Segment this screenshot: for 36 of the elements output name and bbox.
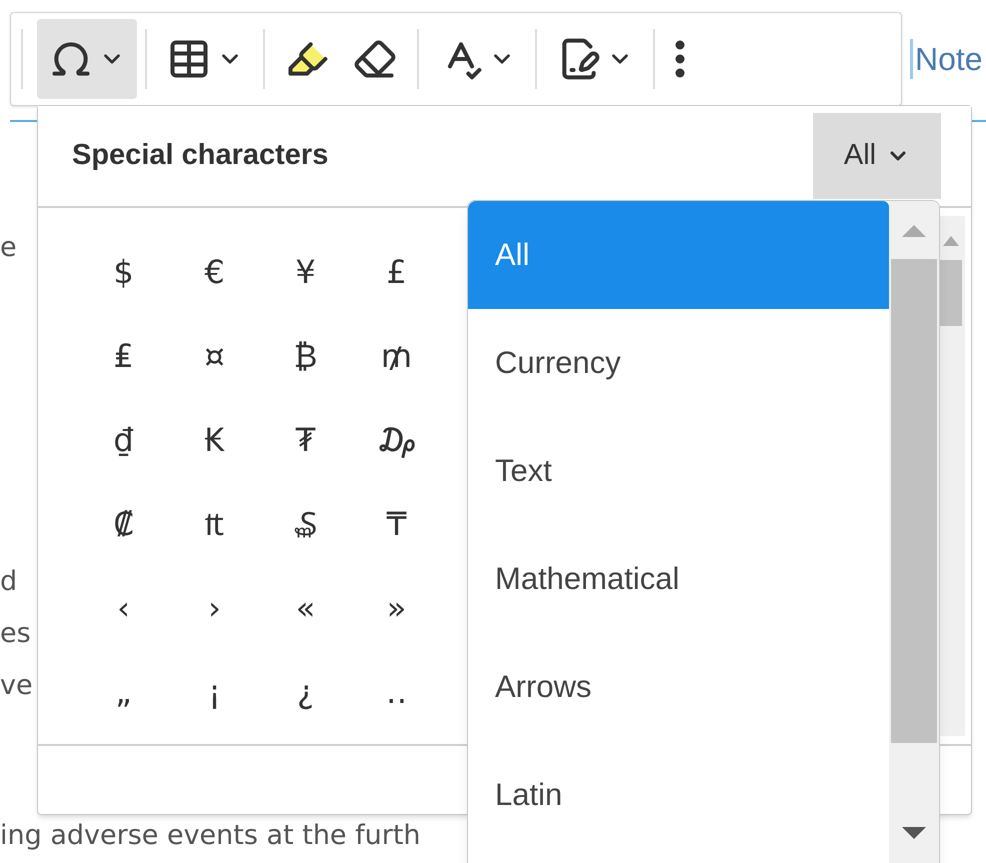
- category-dropdown[interactable]: All: [813, 113, 941, 199]
- character-button[interactable]: €: [169, 242, 260, 302]
- character-button[interactable]: ₿: [260, 326, 351, 386]
- more-icon: [675, 40, 685, 78]
- category-option[interactable]: All: [468, 201, 889, 309]
- character-button[interactable]: ₷: [260, 494, 351, 554]
- character-button[interactable]: ₡: [78, 494, 169, 554]
- character-button[interactable]: ¡: [169, 662, 260, 722]
- character-button[interactable]: „: [78, 662, 169, 722]
- character-button[interactable]: ₫: [78, 410, 169, 470]
- character-button[interactable]: ‹: [78, 578, 169, 638]
- character-button[interactable]: ₤: [78, 326, 169, 386]
- character-button[interactable]: ₮: [260, 410, 351, 470]
- toolbar-button[interactable]: [37, 19, 137, 99]
- character-button[interactable]: «: [260, 578, 351, 638]
- character-button[interactable]: ¿: [260, 662, 351, 722]
- document-text: d: [0, 565, 18, 599]
- scrollbar[interactable]: [889, 201, 939, 863]
- panel-title: Special characters: [72, 138, 328, 174]
- character-button[interactable]: £: [351, 242, 442, 302]
- document-text: ve: [0, 669, 33, 703]
- character-button[interactable]: ₭: [169, 410, 260, 470]
- character-button[interactable]: ›: [169, 578, 260, 638]
- character-button[interactable]: »: [351, 578, 442, 638]
- character-button[interactable]: ₸: [351, 494, 442, 554]
- character-button[interactable]: ₶: [169, 494, 260, 554]
- character-button[interactable]: ¤: [169, 326, 260, 386]
- character-button[interactable]: ₯: [351, 410, 442, 470]
- note-link[interactable]: Note: [915, 35, 983, 83]
- document-text: es: [0, 617, 31, 651]
- document-text: ing adverse events at the furth: [0, 819, 421, 853]
- character-button[interactable]: ¥: [260, 242, 351, 302]
- character-button[interactable]: ‥: [351, 662, 442, 722]
- character-button[interactable]: $: [78, 242, 169, 302]
- document-text: e: [0, 231, 17, 265]
- character-button[interactable]: ₥: [351, 326, 442, 386]
